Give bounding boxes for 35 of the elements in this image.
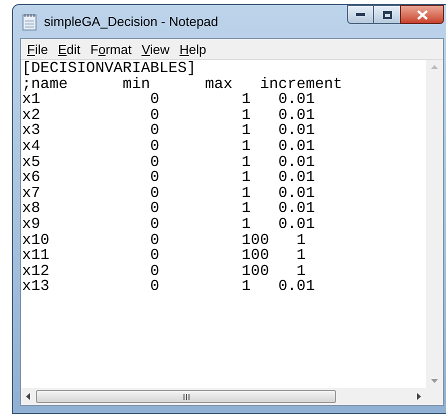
text-line: x9 0 1 0.01 bbox=[22, 216, 315, 233]
text-line: x11 0 100 1 bbox=[22, 248, 306, 264]
menu-item[interactable]: View bbox=[136, 40, 175, 58]
maximize-button[interactable] bbox=[374, 5, 400, 24]
notepad-icon bbox=[22, 12, 38, 30]
scroll-down-arrow-icon bbox=[431, 379, 438, 383]
menu-item[interactable]: Edit bbox=[52, 40, 86, 58]
text-line: x7 0 1 0.01 bbox=[22, 186, 315, 202]
text-line: x4 0 1 0.01 bbox=[22, 138, 315, 155]
text-line: x2 0 1 0.01 bbox=[22, 108, 315, 124]
text-area[interactable]: [DECISIONVARIABLES] ;name min max increment x1 0 1 0.01 x2 0 1 0.01 x3 0 1 0.01 x4 0 1 0.01 x5 0 1 0.01 x6 0 1 0.01 x7 0 1 0.01 x8 0 1 0.01 x9 0 1 0.01 x10 0 100 1 x11 0 100 1 x12 0 100 1 x13 0 1 0.01 bbox=[21, 60, 426, 388]
text-line: x3 0 1 0.01 bbox=[22, 123, 315, 139]
scroll-up-arrow-icon bbox=[431, 65, 438, 69]
text-line: x5 0 1 0.01 bbox=[22, 154, 315, 170]
text-line: ;name min max increment bbox=[22, 76, 342, 92]
text-line: x13 0 1 0.01 bbox=[22, 279, 315, 295]
minimize-button[interactable] bbox=[347, 5, 374, 24]
menu-item[interactable]: Format bbox=[85, 40, 137, 58]
text-line: x6 0 1 0.01 bbox=[22, 170, 315, 186]
scroll-right-arrow-icon bbox=[417, 393, 421, 400]
menu-item[interactable]: Help bbox=[174, 40, 212, 58]
text-line: x8 0 1 0.01 bbox=[22, 201, 315, 217]
scrollbar-thumb[interactable] bbox=[36, 390, 336, 403]
text-line: x10 0 100 1 bbox=[22, 232, 306, 248]
close-icon bbox=[416, 10, 428, 20]
text-line: x1 0 1 0.01 bbox=[22, 92, 315, 108]
menu-item[interactable]: File bbox=[22, 40, 53, 58]
grip-icon bbox=[182, 394, 190, 400]
scroll-left-arrow-icon bbox=[26, 393, 30, 400]
text-line: [DECISIONVARIABLES] bbox=[22, 61, 196, 77]
window-title: simpleGA_Decision - Notepad bbox=[44, 12, 218, 31]
close-button[interactable] bbox=[400, 5, 444, 24]
text-line: x12 0 100 1 bbox=[22, 264, 306, 280]
vertical-scrollbar[interactable] bbox=[426, 60, 443, 388]
horizontal-scrollbar[interactable] bbox=[21, 388, 426, 405]
